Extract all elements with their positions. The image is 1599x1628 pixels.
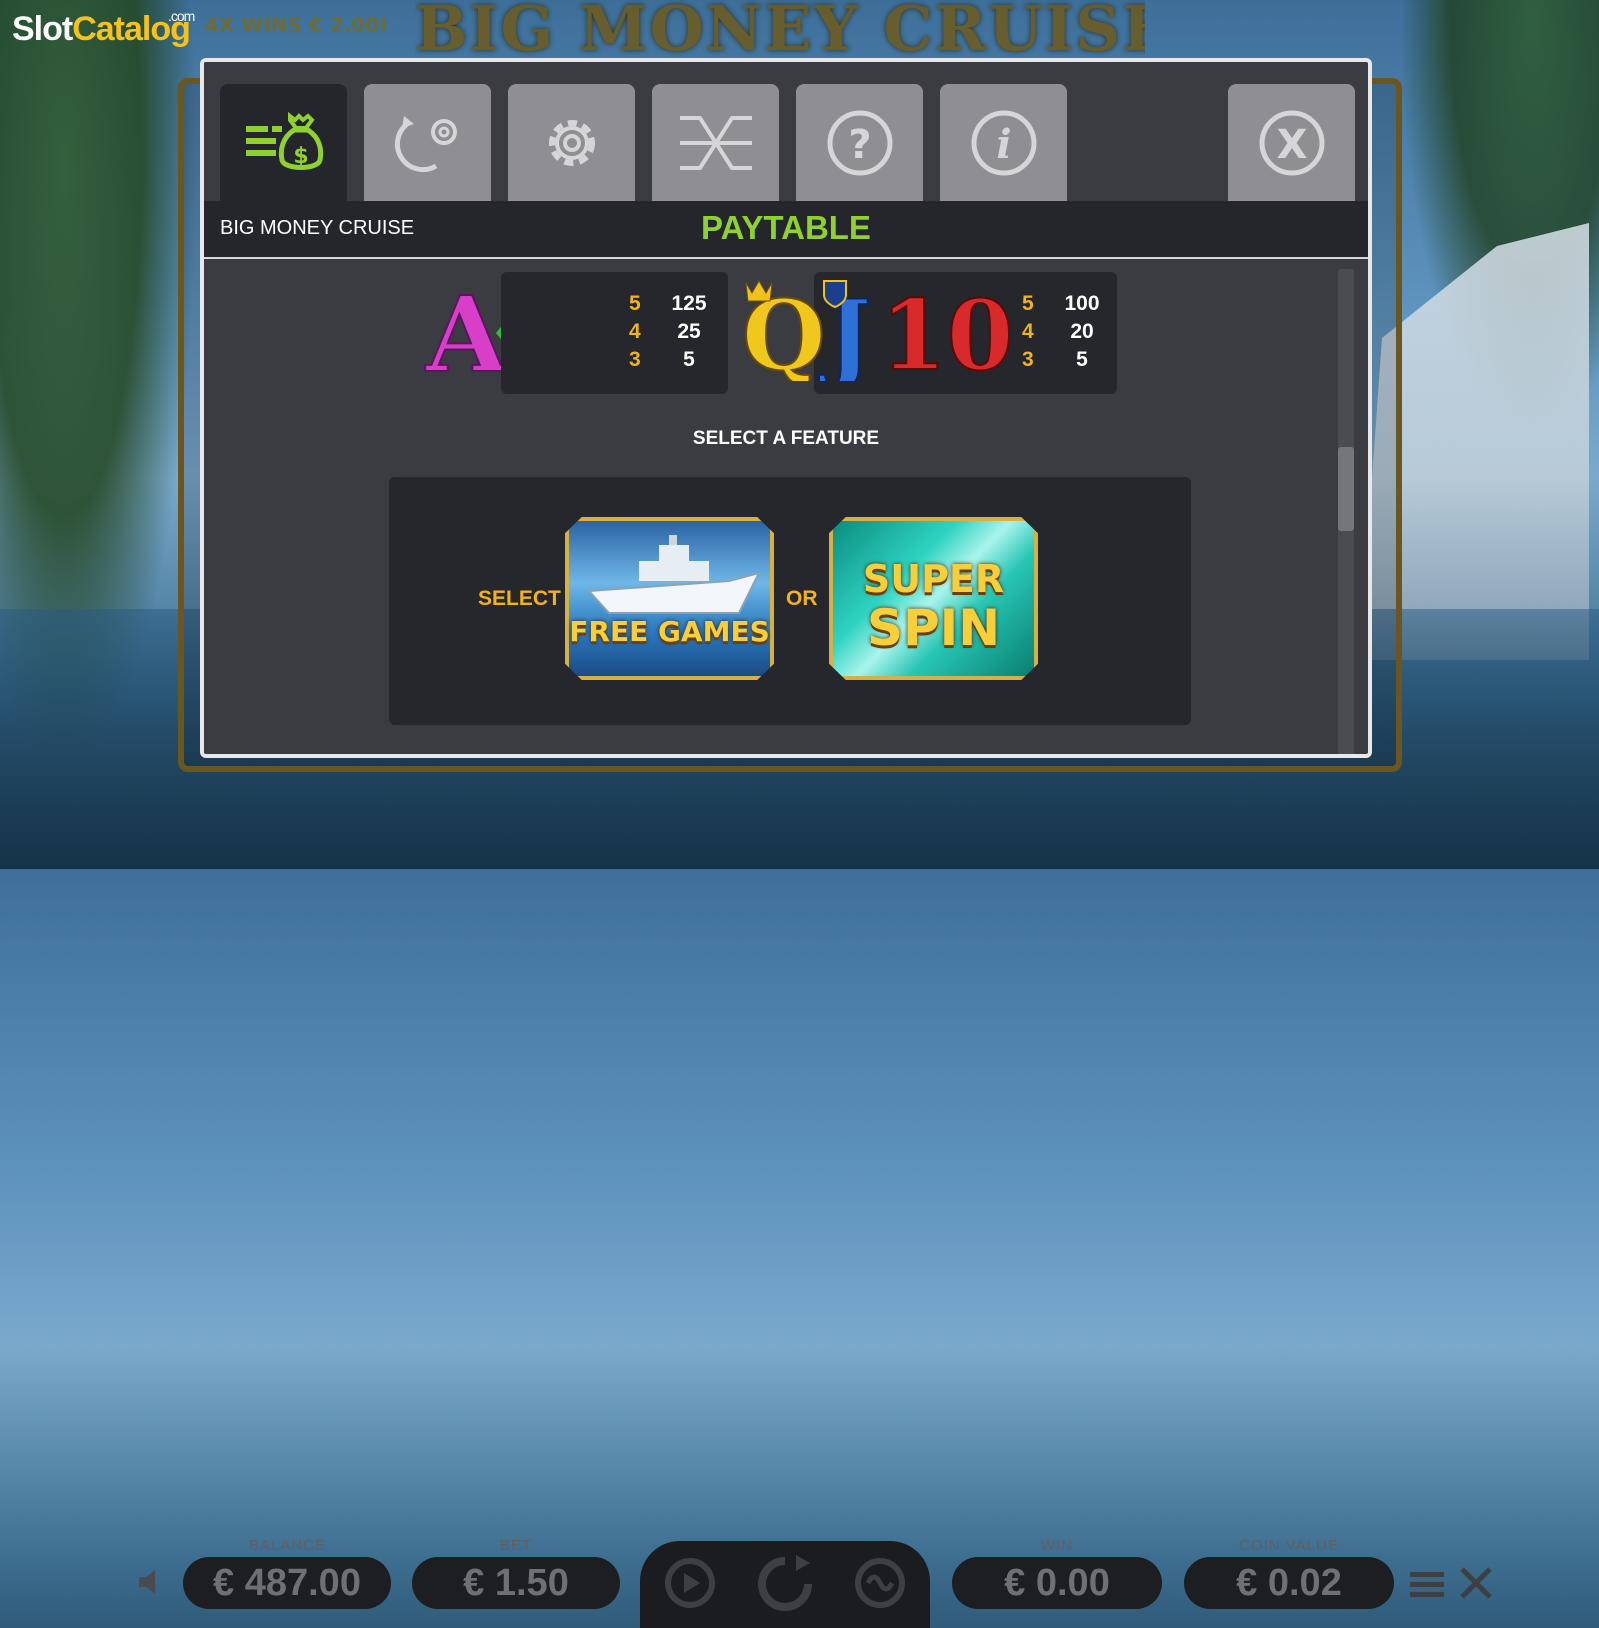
feature-select-card: SELECT FREE GAMES OR SUPER SPIN xyxy=(389,477,1191,725)
game-title-logo: BIG MONEY CRUISE xyxy=(415,0,1145,62)
logo-slot-text: Slot xyxy=(12,10,73,48)
pay-value: 5 xyxy=(1076,348,1088,371)
spin-icon[interactable] xyxy=(752,1551,818,1626)
tab-autoplay-settings[interactable] xyxy=(364,84,491,201)
super-label: SUPER xyxy=(862,557,1005,601)
coin-value-label: COIN VALUE xyxy=(1239,1537,1339,1554)
paytable-header: BIG MONEY CRUISE PAYTABLE xyxy=(204,201,1368,259)
win-value: € 0.00 xyxy=(952,1557,1162,1609)
speaker-icon[interactable] xyxy=(135,1565,169,1608)
feature-heading: SELECT A FEATURE xyxy=(692,428,880,449)
svg-text:X: X xyxy=(1276,122,1307,168)
autoplay-settings-icon xyxy=(394,115,457,172)
bottom-hud: BALANCE € 487.00 BET € 1.50 WIN € 0.00 C… xyxy=(0,759,1599,1628)
pay-count: 4 xyxy=(1022,320,1034,343)
pay-count: 4 xyxy=(629,320,641,343)
paytable-qj10: 5 100 4 20 3 5 xyxy=(1022,292,1106,376)
paytable-money-bag-icon: $ xyxy=(245,111,323,170)
tab-paylines[interactable] xyxy=(652,84,779,201)
paytable-content: A K 5 125 4 25 3 5 Q xyxy=(204,259,1368,754)
question-icon: ? xyxy=(827,110,892,175)
close-button[interactable]: X xyxy=(1228,84,1355,201)
pay-value: 100 xyxy=(1064,292,1100,315)
pay-row: 4 25 xyxy=(629,320,713,348)
win-banner: 4X WINS € 2.00! xyxy=(205,13,389,37)
select-label: SELECT xyxy=(478,587,561,610)
spin-label: SPIN xyxy=(866,599,1001,657)
spin-controls xyxy=(640,1541,930,1628)
bet-label: BET xyxy=(499,1537,533,1554)
svg-text:i: i xyxy=(996,121,1011,168)
super-spin-tile: SUPER SPIN xyxy=(829,517,1038,680)
svg-text:A: A xyxy=(425,273,508,381)
tab-strip: $ ? i X xyxy=(204,62,1368,201)
tab-paytable[interactable]: $ xyxy=(220,84,347,201)
pay-count: 5 xyxy=(629,292,641,315)
svg-text:$: $ xyxy=(293,144,308,169)
svg-text:?: ? xyxy=(848,122,871,168)
coin-value-display[interactable]: € 0.02 xyxy=(1184,1557,1394,1609)
pay-row: 5 100 xyxy=(1022,292,1106,320)
tab-settings[interactable] xyxy=(508,84,635,201)
pay-value: 20 xyxy=(1070,320,1094,343)
free-games-label: FREE GAMES xyxy=(569,615,770,648)
fullscreen-icon[interactable] xyxy=(1460,1567,1492,1608)
paylines-icon xyxy=(679,115,752,170)
scrollbar[interactable] xyxy=(1338,269,1354,754)
scroll-thumb[interactable] xyxy=(1338,447,1354,531)
cruise-ship-icon xyxy=(586,535,761,614)
pay-value: 25 xyxy=(677,320,701,343)
pay-row: 3 5 xyxy=(629,348,713,376)
info-icon: i xyxy=(971,110,1036,175)
paytable-modal: $ ? i X BIG MONEY CRUISE PAYTABLE A 5 12… xyxy=(200,58,1372,758)
win-label: WIN xyxy=(1040,1537,1074,1554)
pay-count: 3 xyxy=(1022,348,1034,371)
autoplay-icon[interactable] xyxy=(662,1555,718,1620)
turbo-icon[interactable] xyxy=(852,1555,908,1620)
tab-help[interactable]: ? xyxy=(796,84,923,201)
section-title: PAYTABLE xyxy=(701,209,871,246)
bet-value[interactable]: € 1.50 xyxy=(412,1557,620,1609)
menu-icon[interactable] xyxy=(1410,1569,1444,1609)
paytable-ak: 5 125 4 25 3 5 xyxy=(629,292,713,376)
balance-value: € 487.00 xyxy=(183,1557,391,1609)
gear-icon xyxy=(548,119,595,166)
pay-value: 5 xyxy=(683,348,695,371)
pay-count: 5 xyxy=(1022,292,1034,315)
svg-text:10: 10 xyxy=(880,279,1014,381)
pay-value: 125 xyxy=(671,292,707,315)
balance-label: BALANCE xyxy=(248,1537,327,1554)
slotcatalog-logo: SlotCatalog .com xyxy=(12,8,195,49)
or-label: OR xyxy=(786,587,818,610)
symbol-qj10: Q J 10 xyxy=(740,271,1020,393)
logo-com-text: .com xyxy=(168,8,195,24)
tab-info[interactable]: i xyxy=(940,84,1067,201)
pay-row: 4 20 xyxy=(1022,320,1106,348)
pay-count: 3 xyxy=(629,348,641,371)
pay-row: 3 5 xyxy=(1022,348,1106,376)
close-icon: X xyxy=(1259,110,1324,175)
pay-row: 5 125 xyxy=(629,292,713,320)
free-games-tile: FREE GAMES xyxy=(565,517,774,680)
